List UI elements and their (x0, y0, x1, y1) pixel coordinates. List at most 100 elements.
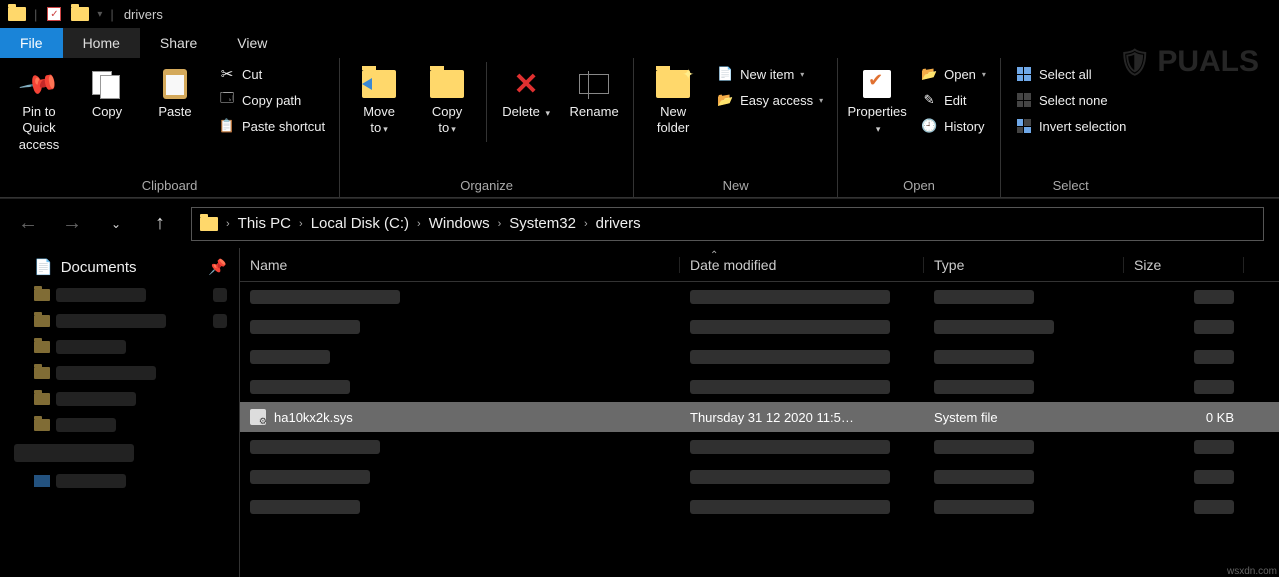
label: Properties (847, 104, 906, 119)
ribbon-group-new: New folder 📄New item ▾ 📂Easy access ▾ Ne… (634, 58, 838, 197)
file-date: Thursday 31 12 2020 11:5… (680, 410, 924, 425)
move-icon (362, 70, 396, 98)
ribbon-group-open: Properties ▾ 📂Open ▾ ✎Edit 🕘History Open (838, 58, 1001, 197)
file-row-selected[interactable]: ha10kx2k.sys Thursday 31 12 2020 11:5… S… (240, 402, 1279, 432)
nav-forward-button[interactable]: → (59, 211, 85, 237)
chevron-right-icon[interactable]: › (226, 218, 230, 230)
file-row-obscured[interactable] (240, 372, 1279, 402)
copy-to-button[interactable]: Copy to▾ (418, 62, 476, 141)
paste-icon (163, 69, 187, 99)
sidebar-item-obscured[interactable] (4, 362, 235, 384)
scissors-icon: ✂ (218, 65, 236, 83)
nav-back-button[interactable]: ← (15, 211, 41, 237)
move-to-button[interactable]: Move to▾ (350, 62, 408, 141)
file-rows[interactable]: ha10kx2k.sys Thursday 31 12 2020 11:5… S… (240, 282, 1279, 577)
sidebar-item-obscured[interactable] (4, 440, 235, 466)
file-row-obscured[interactable] (240, 282, 1279, 312)
tab-home[interactable]: Home (63, 28, 140, 58)
edit-icon: ✎ (920, 91, 938, 109)
invert-selection-icon (1015, 117, 1033, 135)
ribbon-tabs: File Home Share View (0, 28, 1279, 58)
sidebar-item-obscured[interactable] (4, 414, 235, 436)
pin-icon: 📌 (208, 258, 227, 276)
new-folder-button[interactable]: New folder (644, 62, 702, 141)
delete-button[interactable]: ✕ Delete ▾ (497, 62, 555, 124)
sidebar-item-obscured[interactable] (4, 470, 235, 492)
nav-up-button[interactable]: ↑ (147, 211, 173, 237)
folder-icon-2[interactable] (71, 5, 89, 23)
select-all-button[interactable]: Select all (1011, 62, 1130, 86)
chevron-right-icon[interactable]: › (417, 218, 421, 230)
nav-recent-button[interactable]: ⌄ (103, 211, 129, 237)
sidebar-item-obscured[interactable] (4, 284, 235, 306)
group-label: New (723, 176, 749, 195)
column-header-name[interactable]: Name (240, 257, 680, 273)
breadcrumb-segment[interactable]: System32 (509, 215, 576, 232)
open-icon: 📂 (920, 65, 938, 83)
easy-access-icon: 📂 (716, 91, 734, 109)
breadcrumb-segment[interactable]: This PC (238, 215, 291, 232)
properties-icon (863, 70, 891, 98)
paste-shortcut-button[interactable]: 📋Paste shortcut (214, 114, 329, 138)
sidebar-item-obscured[interactable] (4, 310, 235, 332)
paste-button[interactable]: Paste (146, 62, 204, 124)
file-size: 0 KB (1124, 410, 1244, 425)
tab-file[interactable]: File (0, 28, 63, 58)
file-row-obscured[interactable] (240, 492, 1279, 522)
invert-selection-button[interactable]: Invert selection (1011, 114, 1130, 138)
label: Move to (363, 104, 395, 135)
history-button[interactable]: 🕘History (916, 114, 990, 138)
open-button[interactable]: 📂Open ▾ (916, 62, 990, 86)
tab-view[interactable]: View (217, 28, 287, 58)
new-item-button[interactable]: 📄New item ▾ (712, 62, 827, 86)
label: Paste shortcut (242, 119, 325, 134)
file-row-obscured[interactable] (240, 312, 1279, 342)
content-area: 📄 Documents 📌 ⌃ Name Date modified Type … (0, 248, 1279, 577)
save-icon[interactable]: ✓ (45, 5, 63, 23)
edit-button[interactable]: ✎ Edit (916, 88, 990, 112)
folder-icon[interactable] (8, 5, 26, 23)
chevron-right-icon[interactable]: › (584, 218, 588, 230)
chevron-right-icon[interactable]: › (498, 218, 502, 230)
breadcrumb-segment[interactable]: Windows (429, 215, 490, 232)
chevron-right-icon[interactable]: › (299, 218, 303, 230)
address-bar: ← → ⌄ ↑ › This PC › Local Disk (C:) › Wi… (0, 198, 1279, 248)
label: Edit (944, 93, 966, 108)
file-row-obscured[interactable] (240, 462, 1279, 492)
label: Easy access (740, 93, 813, 108)
tab-share[interactable]: Share (140, 28, 217, 58)
properties-button[interactable]: Properties ▾ (848, 62, 906, 141)
copy-path-button[interactable]: 🗔Copy path (214, 88, 329, 112)
select-none-button[interactable]: Select none (1011, 88, 1130, 112)
dropdown-caret[interactable]: ▾ (97, 9, 102, 20)
pin-icon: 📌 (17, 62, 61, 106)
ribbon-group-organize: Move to▾ Copy to▾ ✕ Delete ▾ Rename Orga… (340, 58, 634, 197)
sidebar-item-obscured[interactable] (4, 388, 235, 410)
cut-button[interactable]: ✂Cut (214, 62, 329, 86)
column-header-type[interactable]: Type (924, 257, 1124, 273)
sidebar-item-obscured[interactable] (4, 336, 235, 358)
breadcrumb[interactable]: › This PC › Local Disk (C:) › Windows › … (191, 207, 1264, 241)
easy-access-button[interactable]: 📂Easy access ▾ (712, 88, 827, 112)
file-type: System file (924, 410, 1124, 425)
label: Open (944, 67, 976, 82)
column-header-size[interactable]: Size (1124, 257, 1244, 273)
rename-icon (579, 74, 609, 94)
new-item-icon: 📄 (716, 65, 734, 83)
sidebar-documents[interactable]: 📄 Documents 📌 (4, 254, 235, 280)
label: Documents (61, 259, 137, 276)
copy-to-icon (430, 70, 464, 98)
pin-to-quick-access-button[interactable]: 📌 Pin to Quick access (10, 62, 68, 157)
label: Delete (502, 104, 540, 119)
copy-button[interactable]: Copy (78, 62, 136, 124)
documents-icon: 📄 (34, 258, 53, 276)
breadcrumb-segment[interactable]: drivers (596, 215, 641, 232)
rename-button[interactable]: Rename (565, 62, 623, 124)
ribbon-group-clipboard: 📌 Pin to Quick access Copy Paste ✂Cut 🗔C… (0, 58, 340, 197)
path-icon: 🗔 (218, 91, 236, 109)
file-row-obscured[interactable] (240, 432, 1279, 462)
breadcrumb-segment[interactable]: Local Disk (C:) (311, 215, 409, 232)
file-row-obscured[interactable] (240, 342, 1279, 372)
title-bar: | ✓ ▾ | drivers (0, 0, 1279, 28)
navigation-pane[interactable]: 📄 Documents 📌 (0, 248, 240, 577)
